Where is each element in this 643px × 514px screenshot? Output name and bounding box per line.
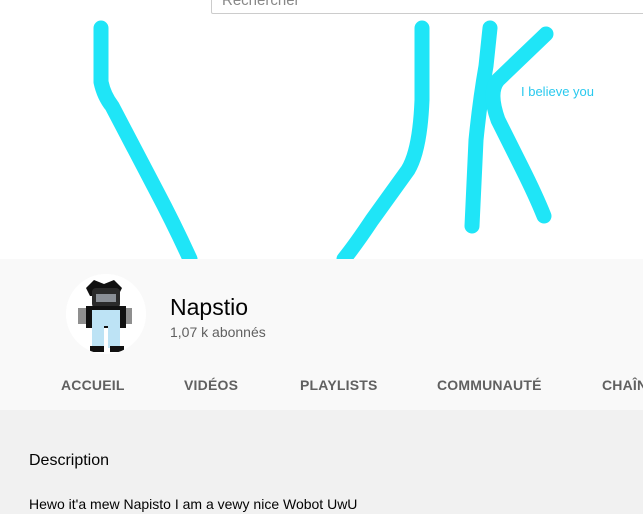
robot-avatar-icon bbox=[66, 274, 146, 354]
search-input[interactable] bbox=[222, 0, 643, 13]
tab-home[interactable]: ACCUEIL bbox=[61, 377, 125, 393]
channel-tabs: ACCUEIL VIDÉOS PLAYLISTS COMMUNAUTÉ CHAÎ… bbox=[0, 377, 643, 407]
tab-community[interactable]: COMMUNAUTÉ bbox=[437, 377, 542, 393]
channel-banner: I believe you bbox=[0, 0, 643, 259]
tab-playlists[interactable]: PLAYLISTS bbox=[300, 377, 378, 393]
channel-avatar[interactable] bbox=[66, 274, 146, 354]
channel-header: Napstio 1,07 k abonnés ACCUEIL VIDÉOS PL… bbox=[0, 259, 643, 410]
description-title: Description bbox=[29, 452, 110, 469]
search-box[interactable] bbox=[211, 0, 643, 14]
banner-caption: I believe you bbox=[521, 84, 594, 99]
tab-channels[interactable]: CHAÎNES bbox=[602, 377, 643, 393]
description-text: Hewo it'a mew Napisto I am a vewy nice W… bbox=[29, 496, 358, 512]
channel-name: Napstio bbox=[170, 294, 248, 320]
subscriber-count: 1,07 k abonnés bbox=[170, 324, 266, 340]
about-section: Description Hewo it'a mew Napisto I am a… bbox=[0, 410, 643, 514]
tab-videos[interactable]: VIDÉOS bbox=[184, 377, 238, 393]
banner-drawing bbox=[93, 20, 554, 259]
